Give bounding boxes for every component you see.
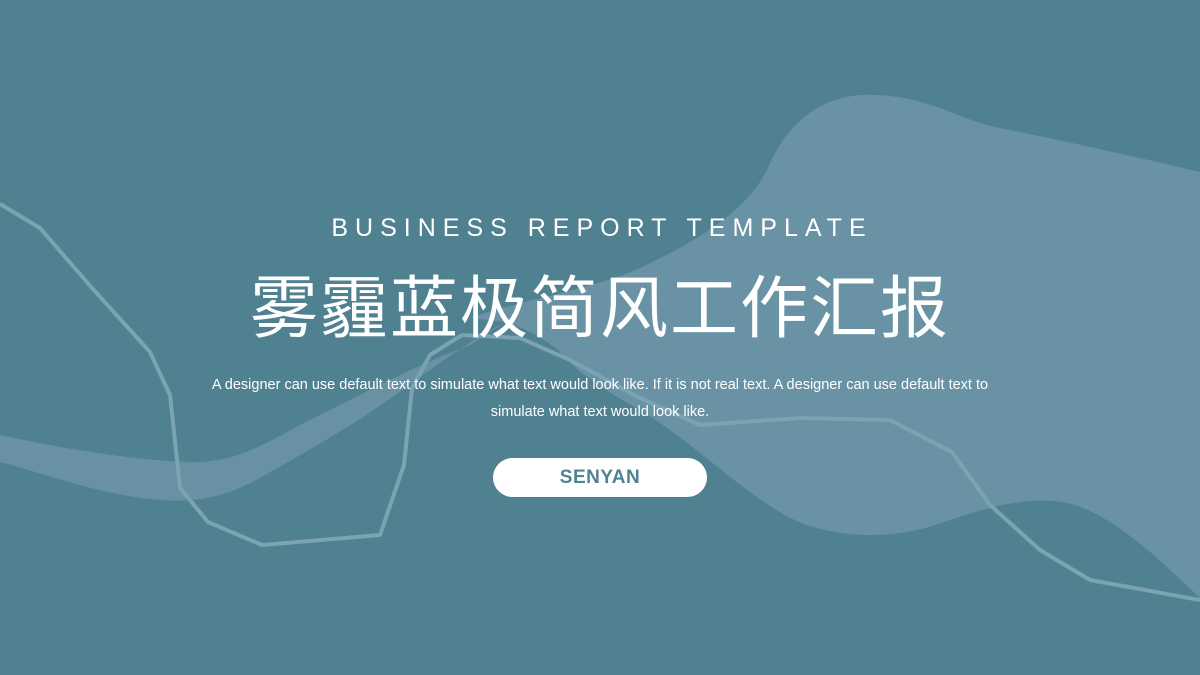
main-title: 雾霾蓝极简风工作汇报 — [249, 270, 950, 349]
author-button[interactable]: SENYAN — [493, 458, 707, 497]
subtitle-english: BUSINESS REPORT TEMPLATE — [331, 214, 873, 242]
description-text: A designer can use default text to simul… — [211, 377, 989, 420]
title-slide: BUSINESS REPORT TEMPLATE 雾霾蓝极简风工作汇报 A de… — [0, 0, 1200, 675]
